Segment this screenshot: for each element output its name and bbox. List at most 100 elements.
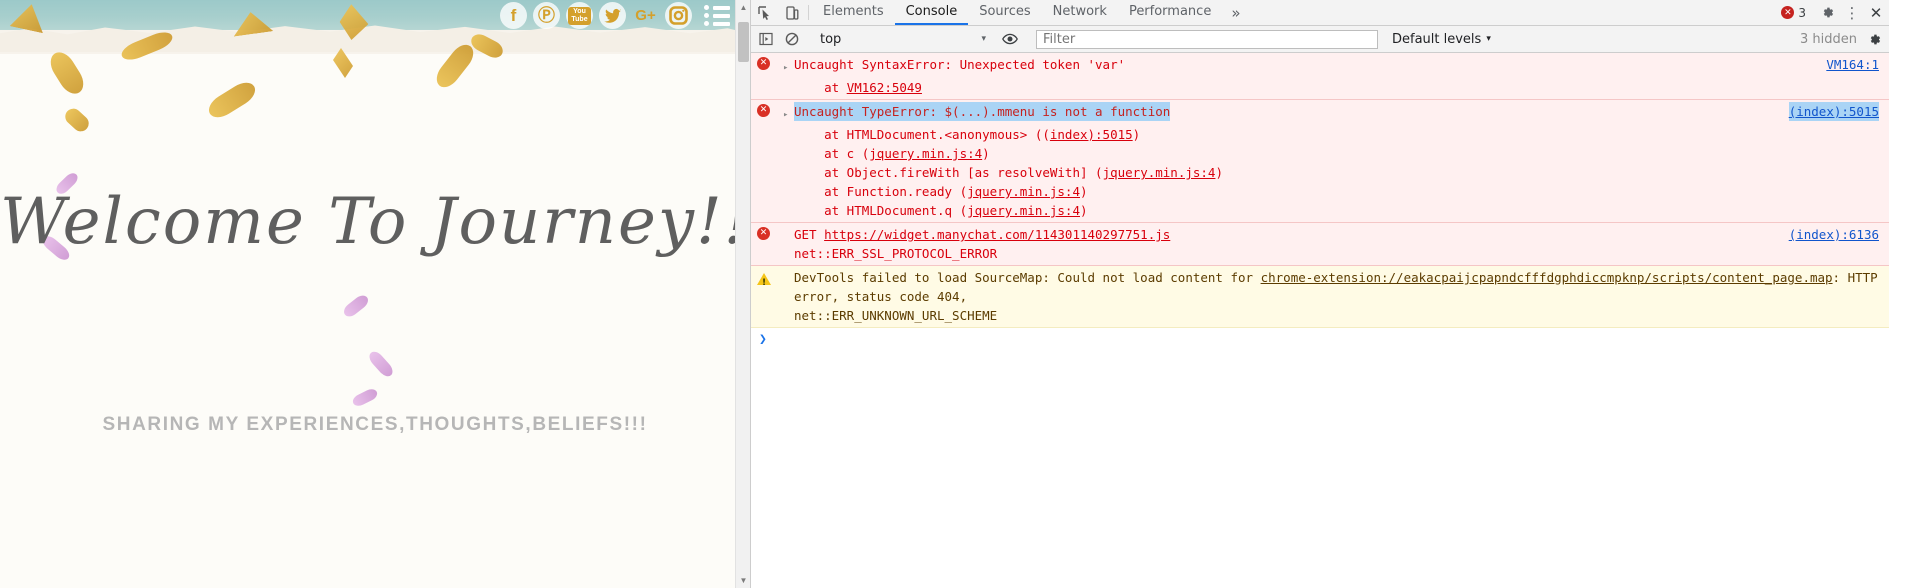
- scroll-up-arrow[interactable]: ▲: [736, 0, 750, 15]
- source-link[interactable]: jquery.min.js:4: [1103, 165, 1216, 180]
- prompt-chevron-icon: ❯: [759, 332, 767, 347]
- tab-network[interactable]: Network: [1042, 0, 1118, 25]
- tab-performance[interactable]: Performance: [1118, 0, 1222, 25]
- source-link[interactable]: jquery.min.js:4: [967, 203, 1080, 218]
- gold-confetti: [61, 105, 93, 135]
- more-options-icon[interactable]: ⋮: [1841, 0, 1863, 25]
- close-icon[interactable]: ✕: [1863, 0, 1889, 25]
- console-message-detail: net::ERR_UNKNOWN_URL_SCHEME: [794, 308, 998, 323]
- console-message-text: Uncaught TypeError: $(...).mmenu is not …: [794, 102, 1171, 121]
- execution-context-value: top: [820, 31, 842, 47]
- source-link[interactable]: index):5015: [1050, 127, 1133, 142]
- menu-dot: [704, 5, 709, 10]
- purple-confetti: [341, 292, 371, 320]
- console-message-detail: net::ERR_SSL_PROTOCOL_ERROR: [794, 246, 998, 261]
- stack-frame: at Object.fireWith [as resolveWith] (jqu…: [794, 165, 1223, 180]
- menu-button[interactable]: [704, 4, 732, 28]
- error-circle-icon: ✕: [1781, 6, 1795, 19]
- log-levels-label: Default levels: [1392, 31, 1482, 47]
- execution-context-select[interactable]: top ▾: [812, 29, 990, 49]
- instagram-icon[interactable]: [665, 2, 692, 29]
- console-message-text: Uncaught SyntaxError: Unexpected token '…: [794, 57, 1126, 72]
- source-link[interactable]: https://widget.manychat.com/114301140297…: [824, 227, 1170, 242]
- menu-bar: [713, 21, 730, 26]
- tab-console[interactable]: Console: [894, 0, 969, 25]
- error-count-badge[interactable]: ✕ 3: [1773, 0, 1814, 25]
- stack-frame: at VM162:5049: [794, 80, 922, 95]
- device-toolbar-icon[interactable]: [778, 0, 805, 25]
- stack-trace: at VM162:5049: [783, 78, 1881, 97]
- page-title: Welcome To Journey!!!: [0, 185, 750, 259]
- google-plus-icon[interactable]: G+: [632, 2, 659, 29]
- message-source-link[interactable]: (index):6136: [1789, 225, 1879, 244]
- console-message-list[interactable]: ✕ ▸ Uncaught SyntaxError: Unexpected token…: [751, 53, 1889, 588]
- devtools-tabbar: Elements Console Sources Network Perform…: [751, 0, 1889, 26]
- live-expression-eye-icon[interactable]: [997, 26, 1023, 52]
- source-link[interactable]: VM162:5049: [847, 80, 922, 95]
- chevron-down-icon: ▾: [981, 34, 986, 44]
- gold-confetti: [204, 77, 260, 123]
- gear-icon[interactable]: [1814, 0, 1841, 25]
- console-message[interactable]: ✕ ▸ Uncaught SyntaxError: Unexpected token…: [751, 53, 1889, 100]
- source-link[interactable]: chrome-extension://eakacpaijcpapndcfffdg…: [1261, 270, 1833, 285]
- tab-elements[interactable]: Elements: [812, 0, 895, 25]
- expand-arrow-icon: [783, 268, 794, 272]
- log-levels-select[interactable]: Default levels ▾: [1384, 32, 1499, 47]
- scroll-down-arrow[interactable]: ▼: [736, 573, 750, 588]
- source-link[interactable]: jquery.min.js:4: [869, 146, 982, 161]
- website-pane: f Ⓟ You Tube G+ Welcome To Journey!!! SH…: [0, 0, 750, 588]
- hidden-messages-count[interactable]: 3 hidden: [1796, 32, 1861, 47]
- stack-frame: at c (jquery.min.js:4): [794, 146, 990, 161]
- gold-confetti: [45, 47, 89, 99]
- devtools-panel: Elements Console Sources Network Perform…: [750, 0, 1889, 588]
- console-prompt[interactable]: ❯: [751, 328, 1889, 351]
- menu-dot: [704, 21, 709, 26]
- expand-arrow-icon[interactable]: ▸: [783, 55, 794, 78]
- console-message[interactable]: ✕ ▸ Uncaught TypeError: $(...).mmenu is no…: [751, 100, 1889, 223]
- expand-arrow-icon: [783, 225, 794, 229]
- inspect-element-icon[interactable]: [751, 0, 778, 25]
- purple-confetti: [366, 348, 396, 380]
- source-link[interactable]: jquery.min.js:4: [967, 184, 1080, 199]
- stack-frame: at HTMLDocument.q (jquery.min.js:4): [794, 203, 1088, 218]
- console-message[interactable]: DevTools failed to load SourceMap: Could…: [751, 266, 1889, 328]
- twitter-bird-glyph: [604, 8, 621, 23]
- stack-frame: at Function.ready (jquery.min.js:4): [794, 184, 1088, 199]
- pinterest-icon[interactable]: Ⓟ: [533, 2, 560, 29]
- console-toolbar: top ▾ Default levels ▾ 3 hidden: [751, 26, 1889, 53]
- facebook-icon[interactable]: f: [500, 2, 527, 29]
- error-circle-icon: ✕: [757, 227, 770, 240]
- expand-arrow-icon[interactable]: ▸: [783, 102, 794, 125]
- message-source-link[interactable]: VM164:1: [1826, 55, 1879, 74]
- youtube-wordmark: You Tube: [568, 6, 591, 25]
- clear-console-icon[interactable]: [779, 26, 805, 52]
- more-tabs-icon[interactable]: »: [1222, 0, 1249, 25]
- error-circle-icon: ✕: [757, 104, 770, 117]
- console-settings-gear-icon[interactable]: [1861, 26, 1887, 52]
- chevron-down-icon: ▾: [1486, 34, 1491, 44]
- console-sidebar-icon[interactable]: [753, 26, 779, 52]
- console-message-text: DevTools failed to load SourceMap: Could…: [794, 270, 1886, 304]
- menu-dot: [704, 13, 709, 18]
- scrollbar-thumb[interactable]: [738, 22, 749, 62]
- youtube-icon[interactable]: You Tube: [566, 2, 593, 29]
- page-tagline: SHARING MY EXPERIENCES,THOUGHTS,BELIEFS!…: [102, 414, 648, 435]
- console-input[interactable]: [775, 332, 776, 347]
- error-count-label: 3: [1798, 5, 1806, 20]
- page-scrollbar[interactable]: ▲ ▼: [735, 0, 750, 588]
- console-message-text: GET https://widget.manychat.com/11430114…: [794, 227, 1171, 242]
- stack-trace: at HTMLDocument.<anonymous> ((index):501…: [783, 125, 1881, 220]
- divider: [808, 5, 809, 20]
- menu-bar: [713, 5, 730, 10]
- console-message[interactable]: ✕ GET https://widget.manychat.com/1143011…: [751, 223, 1889, 266]
- purple-confetti: [350, 386, 380, 409]
- twitter-icon[interactable]: [599, 2, 626, 29]
- instagram-camera-glyph: [669, 6, 688, 25]
- filter-input[interactable]: [1036, 29, 1378, 49]
- warning-triangle-icon: [757, 273, 771, 293]
- message-source-link[interactable]: (index):5015: [1788, 102, 1879, 121]
- screen: f Ⓟ You Tube G+ Welcome To Journey!!! SH…: [0, 0, 1905, 588]
- stack-frame: at HTMLDocument.<anonymous> ((index):501…: [794, 127, 1141, 142]
- tab-sources[interactable]: Sources: [968, 0, 1041, 25]
